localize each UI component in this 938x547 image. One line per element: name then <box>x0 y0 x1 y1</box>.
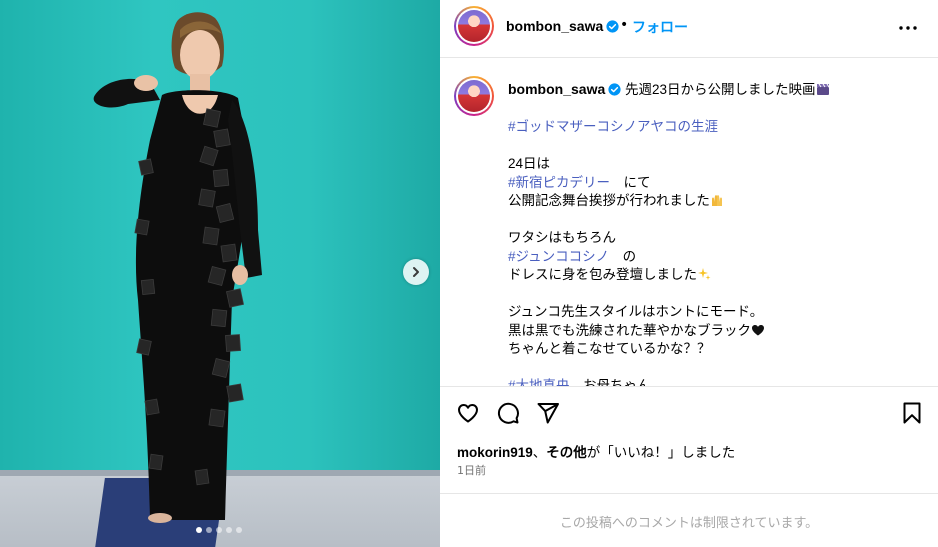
raised-hands-emoji-icon <box>711 195 722 206</box>
caption-text: にて <box>610 174 651 190</box>
bookmark-icon[interactable] <box>900 401 924 425</box>
caption-line: 黒は黒でも洗練された華やかなブラック <box>508 322 918 341</box>
carousel-dot <box>216 527 222 533</box>
post-time[interactable]: 1日前 <box>457 462 486 478</box>
caption-line: ちゃんと着こなせているかな？？ <box>508 340 918 359</box>
caption-first-line: bombon_sawa 先週23日から公開しました映画 <box>508 80 918 100</box>
comment-icon[interactable] <box>496 401 520 425</box>
caption-text: ジュンコ先生スタイルはホントにモード。 <box>508 304 764 319</box>
author-username[interactable]: bombon_sawa <box>506 18 619 34</box>
caption-gap <box>508 359 918 378</box>
username-text[interactable]: bombon_sawa <box>506 18 603 34</box>
carousel-dot <box>196 527 202 533</box>
verified-badge-icon <box>608 83 621 96</box>
post-actions: mokorin919、その他が「いいね！」しました 1日前 この投稿へのコメント… <box>440 386 938 547</box>
caption-text: ドレスに身を包み登壇しました <box>508 267 697 282</box>
carousel-dot <box>226 527 232 533</box>
avatar[interactable] <box>454 6 494 46</box>
more-horizontal-icon[interactable] <box>896 16 920 40</box>
clapper-emoji-icon <box>816 83 829 95</box>
comments-limited-notice: この投稿へのコメントは制限されています。 <box>440 493 938 547</box>
sparkles-emoji-icon <box>698 268 711 280</box>
post-photo <box>0 0 440 547</box>
share-icon[interactable] <box>536 401 560 425</box>
caption-text: ちゃんと着こなせているかな？？ <box>508 341 711 356</box>
caption-text: 公開記念舞台挨拶が行われました <box>508 193 710 208</box>
carousel-dot <box>236 527 242 533</box>
carousel-dot <box>206 527 212 533</box>
caption-line-text: 先週23日から公開しました映画 <box>625 82 830 97</box>
hashtag-link[interactable]: #大地真央 <box>508 378 570 386</box>
hashtag-link[interactable]: #新宿ピカデリー <box>508 175 610 190</box>
caption-line: #新宿ピカデリー にて <box>508 174 918 193</box>
post-detail-panel: bombon_sawa • フォロー bombon_sawa 先週23日から公開… <box>440 0 938 547</box>
caption-gap <box>508 211 918 230</box>
likes-suffix: が「いいね！」しました <box>586 445 736 460</box>
caption-area: bombon_sawa 先週23日から公開しました映画 #ゴッドマザーコシノアヤ… <box>440 58 938 386</box>
caption-text: 24日は <box>508 156 551 171</box>
caption-gap <box>508 285 918 304</box>
caption-text: の <box>609 248 637 264</box>
follow-button[interactable]: フォロー <box>632 17 688 37</box>
likes-others-link[interactable]: その他 <box>546 445 587 460</box>
caption-username[interactable]: bombon_sawa <box>508 81 605 97</box>
chevron-right-icon <box>413 267 419 277</box>
post-header: bombon_sawa • フォロー <box>440 0 938 58</box>
caption-gap <box>508 100 918 119</box>
post-caption: bombon_sawa 先週23日から公開しました映画 #ゴッドマザーコシノアヤ… <box>508 80 918 386</box>
caption-line: ワタシはもちろん <box>508 229 918 248</box>
caption-line: ジュンコ先生スタイルはホントにモード。 <box>508 303 918 322</box>
separator-dot: • <box>620 17 629 33</box>
likes-separator: 、 <box>532 445 547 460</box>
verified-badge-icon <box>606 20 619 33</box>
caption-line: #ゴッドマザーコシノアヤコの生涯 <box>508 118 918 137</box>
woman-in-black-dress-figure <box>93 12 262 523</box>
liker-username[interactable]: mokorin919 <box>457 445 533 460</box>
caption-line: #ジュンココシノ の <box>508 248 918 267</box>
caption-avatar[interactable] <box>454 76 494 116</box>
caption-line: #大地真央 お母ちゃん、 <box>508 377 918 386</box>
carousel-dots <box>196 527 242 533</box>
likes-summary: mokorin919、その他が「いいね！」しました <box>457 441 735 461</box>
black-heart-emoji-icon <box>752 324 764 335</box>
caption-gap <box>508 137 918 156</box>
caption-line: 24日は <box>508 155 918 174</box>
hashtag-link[interactable]: #ゴッドマザーコシノアヤコの生涯 <box>508 119 718 134</box>
caption-line: 公開記念舞台挨拶が行われました <box>508 192 918 211</box>
carousel-next-button[interactable] <box>403 259 429 285</box>
caption-text: 黒は黒でも洗練された華やかなブラック <box>508 322 751 338</box>
caption-text: お母ちゃん、 <box>569 378 665 386</box>
heart-icon[interactable] <box>456 401 480 425</box>
hashtag-link[interactable]: #ジュンココシノ <box>508 249 609 264</box>
caption-text: ワタシはもちろん <box>508 230 616 245</box>
caption-line: ドレスに身を包み登壇しました <box>508 266 918 285</box>
